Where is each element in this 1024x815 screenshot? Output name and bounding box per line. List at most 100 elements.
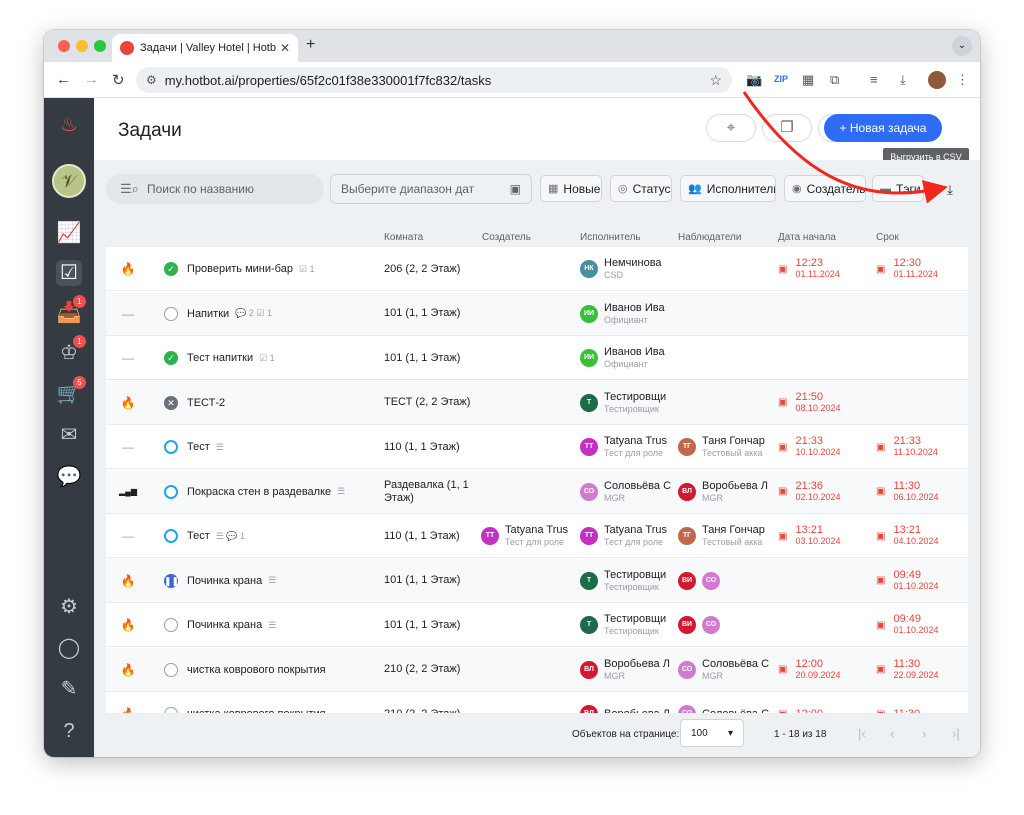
minimize-window-button[interactable]: [76, 40, 88, 52]
person[interactable]: ВЛ Воробьева Л MGR: [678, 480, 768, 504]
bookmark-star-icon[interactable]: ☆: [709, 72, 722, 89]
status-cell[interactable]: ✓: [164, 336, 180, 380]
table-row[interactable]: — Тест ☰ 💬 1 110 (1, 1 Этаж) ТТ Tatyana Trus Т…: [106, 514, 968, 558]
close-window-button[interactable]: [58, 40, 70, 52]
status-todo-icon[interactable]: [164, 618, 178, 632]
url-omnibox[interactable]: ⚙ my.hotbot.ai/properties/65f2c01f38e330…: [136, 67, 732, 93]
person[interactable]: СО: [702, 616, 726, 634]
status-cell[interactable]: [164, 425, 180, 469]
status-cell[interactable]: [164, 692, 180, 713]
back-arrow-icon[interactable]: ←: [56, 71, 71, 88]
person[interactable]: ВИ: [678, 571, 702, 590]
table-row[interactable]: — ✓ Тест напитки ☑ 1 101 (1, 1 Этаж) ИИ Иванов…: [106, 336, 968, 380]
status-done-icon[interactable]: ✓: [164, 351, 178, 365]
status-prog-icon[interactable]: [164, 440, 178, 454]
filter-chip-new[interactable]: ▦ Новые: [540, 175, 602, 202]
person[interactable]: ТГ Таня Гончар Тестовый акка: [678, 435, 765, 459]
pencil-icon[interactable]: ✎: [56, 676, 82, 702]
task-name-cell[interactable]: чистка коврового покрытия: [187, 648, 377, 692]
maximize-window-button[interactable]: [94, 40, 106, 52]
status-cell[interactable]: [164, 648, 180, 692]
downloads-icon[interactable]: ⤓: [900, 72, 906, 88]
table-row[interactable]: — Напитки 💬 2 ☑ 1 101 (1, 1 Этаж) ИИ Иванов И…: [106, 291, 968, 336]
status-todo-icon[interactable]: [164, 662, 178, 677]
search-input[interactable]: ☰⌕ Поиск по названию: [106, 174, 324, 204]
status-cell[interactable]: ✕: [164, 381, 180, 425]
person[interactable]: НК Немчинова CSD: [580, 257, 662, 281]
next-page-icon[interactable]: ›: [922, 726, 926, 741]
location-button[interactable]: ⌖: [706, 114, 756, 142]
media-controls-icon[interactable]: ≡: [870, 72, 878, 87]
chat-icon[interactable]: 💬: [56, 464, 82, 490]
puzzle-extensions-icon[interactable]: ⧉: [830, 72, 839, 88]
status-done-icon[interactable]: ✓: [164, 262, 178, 276]
profile-icon[interactable]: ◯: [56, 635, 82, 661]
table-row[interactable]: 🔥 чистка коврового покрытия 210 (2, 2 Этаж…: [106, 647, 968, 692]
cart-icon[interactable]: 🛒 5: [56, 376, 86, 407]
status-cell[interactable]: [164, 292, 180, 336]
person[interactable]: ИИ Иванов Ива Официант: [580, 302, 665, 326]
tab-search-chevron-icon[interactable]: ⌄: [952, 36, 972, 56]
column-creator[interactable]: Создатель: [482, 232, 531, 243]
new-tab-button[interactable]: +: [306, 36, 315, 54]
camera-extension-icon[interactable]: 📷: [746, 72, 762, 88]
settings-gear-icon[interactable]: ⚙: [56, 594, 82, 620]
export-csv-button[interactable]: ⤓: [940, 180, 960, 200]
column-room[interactable]: Комната: [384, 232, 423, 243]
task-name-cell[interactable]: Напитки 💬 2 ☑ 1: [187, 292, 377, 336]
per-page-select[interactable]: 100 ▾: [680, 719, 744, 747]
person[interactable]: ТТ Tatyana Trus Тест для роле: [580, 524, 667, 548]
status-prog-icon[interactable]: [164, 529, 178, 543]
column-assignee[interactable]: Исполнитель: [580, 232, 641, 243]
table-row[interactable]: 🔥 чистка коврового покрытия 210 (2, 2 Этаж…: [106, 692, 968, 713]
task-name-cell[interactable]: Починка крана ☰: [187, 603, 377, 647]
status-cell[interactable]: [164, 603, 180, 647]
mail-icon[interactable]: ✉: [56, 422, 82, 448]
person[interactable]: ТГ Таня Гончар Тестовый акка: [678, 524, 765, 548]
analytics-chart-icon[interactable]: 📈: [56, 220, 82, 246]
status-cell[interactable]: ❚❚: [164, 559, 180, 603]
task-name-cell[interactable]: Починка крана ☰: [187, 559, 377, 603]
status-pause-icon[interactable]: ❚❚: [164, 573, 179, 588]
table-row[interactable]: 🔥 Починка крана ☰ 101 (1, 1 Этаж) Т Тестировщ…: [106, 603, 968, 647]
person[interactable]: ВЛ Воробьева Л MGR: [580, 658, 670, 682]
reload-icon[interactable]: ↻: [112, 71, 125, 89]
task-name-cell[interactable]: Покраска стен в раздевалке ☰: [187, 470, 377, 514]
task-name-cell[interactable]: Тест ☰ 💬 1: [187, 514, 377, 558]
date-range-picker[interactable]: Выберите диапазон дат ▣: [330, 174, 532, 204]
profile-avatar[interactable]: [928, 71, 946, 89]
zip-extension-icon[interactable]: ZIP: [774, 74, 788, 84]
task-name-cell[interactable]: чистка коврового покрытия: [187, 692, 377, 713]
task-name-cell[interactable]: Тест напитки ☑ 1: [187, 336, 377, 380]
user-avatar[interactable]: 𝒱: [52, 164, 86, 198]
filter-chip-creator[interactable]: ◉ Создатель: [784, 175, 866, 202]
prev-page-icon[interactable]: ‹: [890, 726, 894, 741]
status-cell[interactable]: [164, 470, 180, 514]
new-task-button[interactable]: + Новая задача: [824, 114, 942, 142]
task-name-cell[interactable]: ТЕСТ-2: [187, 381, 377, 425]
status-cell[interactable]: [164, 514, 180, 558]
person[interactable]: Т Тестировщи Тестировщик: [580, 569, 666, 593]
person[interactable]: СОСоловьёва С: [678, 705, 769, 713]
person[interactable]: ИИ Иванов Ива Официант: [580, 346, 665, 370]
column-observers[interactable]: Наблюдатели: [678, 232, 741, 243]
filter-chip-tags[interactable]: ▬ Тэги: [872, 175, 924, 202]
last-page-icon[interactable]: ›|: [952, 726, 960, 741]
table-row[interactable]: 🔥 ✓ Проверить мини-бар ☑ 1 206 (2, 2 Этаж) НК…: [106, 247, 968, 291]
person[interactable]: Т Тестировщи Тестировщик: [580, 613, 666, 637]
column-due-date[interactable]: Срок: [876, 232, 899, 243]
task-name-cell[interactable]: Проверить мини-бар ☑ 1: [187, 247, 377, 291]
crown-icon[interactable]: ♔ 1: [56, 335, 86, 366]
copy-button[interactable]: ❐: [762, 114, 812, 142]
first-page-icon[interactable]: |‹: [858, 726, 866, 741]
status-prog-icon[interactable]: [164, 484, 178, 499]
filter-chip-assignee[interactable]: 👥 Исполнитель: [680, 175, 776, 202]
hotbot-logo-icon[interactable]: ♨: [56, 112, 82, 138]
table-row[interactable]: ▂▄▆ Покраска стен в раздевалке ☰ Раздевалка…: [106, 469, 968, 514]
qr-extension-icon[interactable]: ▦: [802, 72, 814, 88]
browser-menu-icon[interactable]: ⋮: [956, 72, 969, 88]
forward-arrow-icon[interactable]: →: [84, 71, 99, 88]
person[interactable]: СО Соловьёва С MGR: [678, 658, 769, 682]
person[interactable]: ТТ Tatyana Trus Тест для роле: [580, 435, 667, 459]
person[interactable]: ТТ Tatyana Trus Тест для роле: [481, 524, 568, 548]
